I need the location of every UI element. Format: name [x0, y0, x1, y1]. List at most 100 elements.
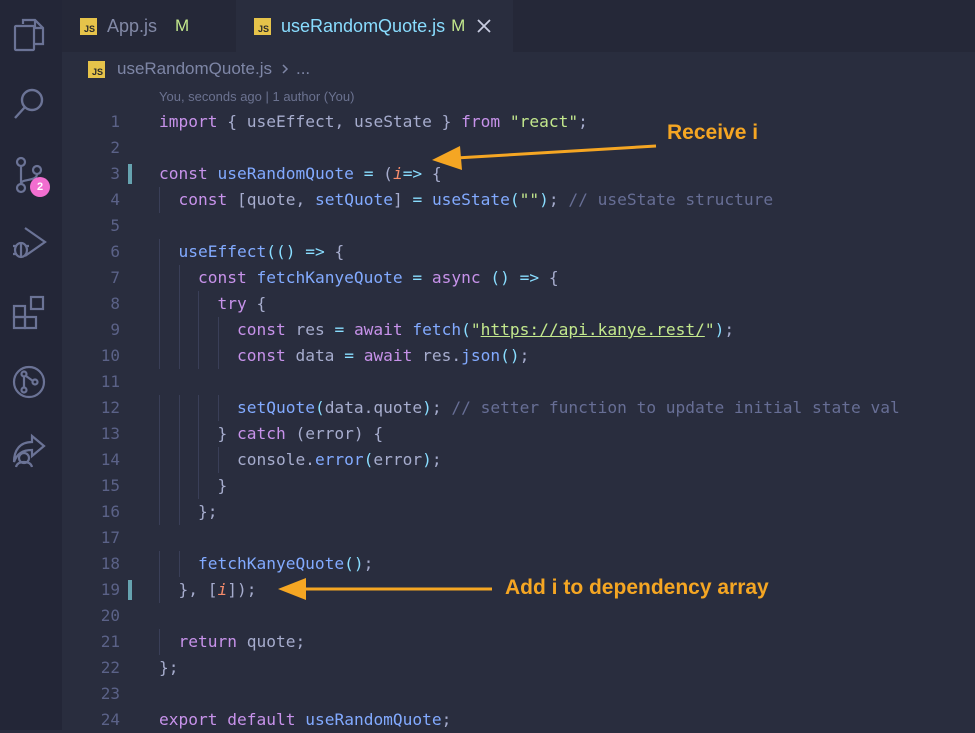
- code-line[interactable]: 9 const res = await fetch("https://api.k…: [62, 317, 975, 343]
- code-text: };: [159, 657, 179, 679]
- code-token: };: [159, 658, 179, 677]
- code-text: }: [159, 475, 227, 497]
- line-number: 5: [110, 216, 120, 235]
- line-number: 3: [110, 164, 120, 183]
- code-token: (: [461, 320, 471, 339]
- code-token: fetchKanyeQuote: [256, 268, 403, 287]
- files-icon[interactable]: [9, 15, 49, 55]
- code-line[interactable]: 8 try {: [62, 291, 975, 317]
- code-token: useEffect: [178, 242, 267, 261]
- code-token: import: [159, 112, 228, 131]
- code-line[interactable]: 4 const [quote, setQuote] = useState("")…: [62, 187, 975, 213]
- code-token: export: [159, 710, 218, 729]
- code-line[interactable]: 1 import { useEffect, useState } from "re…: [62, 109, 975, 135]
- code-line[interactable]: 10 const data = await res.json();: [62, 343, 975, 369]
- code-line[interactable]: 13 } catch (error) {: [62, 421, 975, 447]
- code-token: (): [344, 554, 364, 573]
- code-token: from: [461, 112, 501, 131]
- code-line[interactable]: 23: [62, 681, 975, 707]
- code-token: useRandomQuote: [305, 710, 442, 729]
- scm-badge: 2: [30, 177, 50, 197]
- code-line[interactable]: 21 return quote;: [62, 629, 975, 655]
- code-token: ": [704, 320, 715, 339]
- code-token: ;: [578, 112, 588, 131]
- line-number: 10: [100, 346, 120, 365]
- code-token: }: [431, 112, 462, 131]
- code-token: fetchKanyeQuote: [197, 554, 345, 573]
- git-graph-icon[interactable]: [9, 362, 49, 402]
- code-text: const res = await fetch("https://api.kan…: [159, 319, 734, 341]
- code-token: res.: [412, 346, 462, 365]
- code-line[interactable]: 16 };: [62, 499, 975, 525]
- code-token: error: [314, 450, 364, 469]
- extensions-icon[interactable]: [9, 292, 49, 332]
- code-token: const: [197, 268, 247, 287]
- code-line[interactable]: 11: [62, 369, 975, 395]
- code-token: =: [412, 268, 423, 287]
- tab-bar: JS App.js M JS useRandomQuote.js M: [62, 0, 975, 52]
- code-token: ;: [724, 320, 735, 339]
- annotation-receive-i: Receive i: [667, 121, 759, 144]
- close-icon[interactable]: [477, 19, 491, 33]
- line-number: 23: [100, 684, 120, 703]
- code-token: setQuote: [236, 398, 315, 417]
- code-line[interactable]: 18 fetchKanyeQuote();: [62, 551, 975, 577]
- line-number: 24: [100, 710, 120, 729]
- code-token: useState: [353, 112, 432, 131]
- git-blame-codelens[interactable]: You, seconds ago | 1 author (You): [159, 89, 354, 104]
- code-line[interactable]: 14 console.error(error);: [62, 447, 975, 473]
- code-text: export default useRandomQuote;: [159, 709, 451, 731]
- code-line[interactable]: 6 useEffect(() => {: [62, 239, 975, 265]
- code-line[interactable]: 12 setQuote(data.quote); // setter funct…: [62, 395, 975, 421]
- code-token: (: [509, 190, 520, 209]
- code-token: catch: [236, 424, 286, 443]
- breadcrumb: JS useRandomQuote.js ...: [88, 56, 310, 82]
- code-token: (() =>: [266, 242, 325, 261]
- code-token: useRandomQuote: [217, 164, 354, 183]
- code-line[interactable]: 22};: [62, 655, 975, 681]
- code-line[interactable]: 24 export default useRandomQuote;: [62, 707, 975, 733]
- code-text: const useRandomQuote = (i=> {: [159, 163, 442, 185]
- js-file-icon: JS: [80, 17, 97, 35]
- modified-indicator: M: [175, 16, 190, 35]
- line-number: 14: [100, 450, 120, 469]
- code-token: {: [324, 242, 345, 261]
- code-text: const data = await res.json();: [159, 345, 529, 367]
- code-token: ;: [431, 450, 442, 469]
- code-editor[interactable]: 1 import { useEffect, useState } from "re…: [62, 109, 975, 733]
- code-token: // useState structure: [568, 190, 774, 209]
- line-number: 20: [100, 606, 120, 625]
- code-token: =: [344, 346, 354, 365]
- code-text: const [quote, setQuote] = useState(""); …: [159, 189, 774, 211]
- code-token: (): [500, 346, 520, 365]
- breadcrumb-trail[interactable]: ...: [296, 59, 310, 79]
- code-line[interactable]: 17: [62, 525, 975, 551]
- code-token: quote;: [236, 632, 306, 651]
- code-line[interactable]: 15 }: [62, 473, 975, 499]
- breadcrumb-file[interactable]: useRandomQuote.js: [117, 59, 272, 79]
- live-share-icon[interactable]: [9, 430, 49, 470]
- code-line[interactable]: 7 const fetchKanyeQuote = async () => {: [62, 265, 975, 291]
- code-line[interactable]: 20: [62, 603, 975, 629]
- search-icon[interactable]: [9, 84, 49, 124]
- line-number: 6: [110, 242, 120, 261]
- code-line[interactable]: 5: [62, 213, 975, 239]
- tab-use-random-quote[interactable]: JS useRandomQuote.js M: [236, 0, 513, 52]
- tab-app-js[interactable]: JS App.js M: [62, 0, 236, 52]
- run-debug-icon[interactable]: [9, 222, 49, 262]
- line-number: 12: [100, 398, 120, 417]
- code-token: ,: [334, 112, 354, 131]
